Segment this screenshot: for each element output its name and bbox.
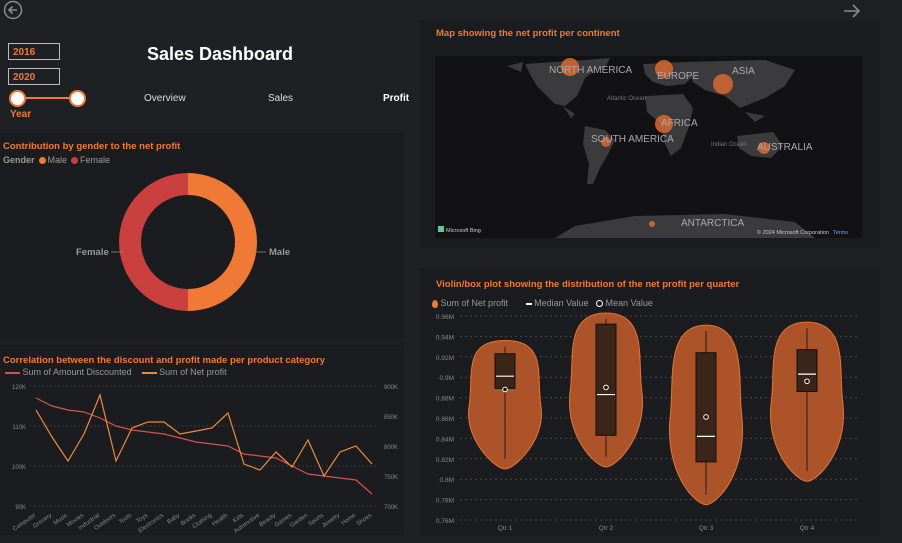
donut-label-male: Male xyxy=(269,247,290,258)
legend-discount-label: Sum of Amount Discounted xyxy=(22,367,132,377)
page-title: Sales Dashboard xyxy=(147,44,294,64)
y-axis-tick: 0.94M xyxy=(436,334,454,341)
y-axis-tick: 0.86M xyxy=(436,416,454,423)
map-label-europe: EUROPE xyxy=(657,71,700,82)
legend-netprofit-swatch xyxy=(141,371,157,374)
line-chart-title: Correlation between the discount and pro… xyxy=(3,355,325,366)
x-axis-tick: Health xyxy=(211,513,229,528)
donut-slice-male[interactable] xyxy=(188,173,257,311)
y-axis-tick: 0.8M xyxy=(440,477,454,484)
mean-point xyxy=(603,384,609,391)
year-slider-start-handle[interactable] xyxy=(9,90,26,107)
year-slider-end-handle[interactable] xyxy=(69,90,86,107)
x-axis-tick: Qtr 4 xyxy=(800,525,815,532)
year-slider-label: Year xyxy=(10,109,32,120)
legend-male-swatch xyxy=(38,157,46,165)
tab-profit[interactable]: Profit xyxy=(383,93,409,104)
x-axis-tick: Home xyxy=(341,512,358,526)
box xyxy=(796,349,818,392)
map-label-africa: AFRICA xyxy=(661,118,698,129)
box xyxy=(695,352,717,463)
map-logo: Microsoft Bing xyxy=(446,228,481,234)
donut-legend: Gender Male Female xyxy=(3,155,110,165)
x-axis-tick: Garden xyxy=(289,513,309,529)
x-axis-tick: Baby xyxy=(166,513,181,526)
net-profit-violin-chart: 0.96M 0.94M 0.92M 0.9M 0.88M 0.86M 0.84M 0.82M 0… xyxy=(436,312,858,532)
y-axis-tick: 0.78M xyxy=(436,498,454,505)
x-axis-tick: Shoes xyxy=(356,513,373,528)
donut-title: Contribution by gender to the net profit xyxy=(3,141,181,152)
donut-legend-title: Gender xyxy=(3,155,35,165)
map-label-antarctica: ANTARCTICA xyxy=(681,218,744,229)
y-axis-tick: 0.96M xyxy=(436,314,454,321)
donut-slice-female[interactable] xyxy=(119,173,188,311)
gender-donut-chart: Female Male xyxy=(76,173,290,311)
year-end-field[interactable]: 2020 xyxy=(8,68,60,85)
tab-sales[interactable]: Sales xyxy=(268,93,293,104)
map-label-south-america: SOUTH AMERICA xyxy=(591,134,674,145)
box xyxy=(494,353,516,389)
legend-discount-swatch xyxy=(5,371,20,374)
left-axis-tick: 120K xyxy=(12,385,26,391)
year-start-field[interactable]: 2016 xyxy=(8,43,60,60)
map-label-asia: ASIA xyxy=(732,66,755,77)
x-axis-tick: Tools xyxy=(118,513,133,526)
right-axis-tick: 850K xyxy=(384,415,398,421)
y-axis-tick: 0.82M xyxy=(436,457,454,464)
map-label-indian: Indian Ocean xyxy=(711,142,747,148)
line-chart-legend: Sum of Amount Discounted Sum of Net prof… xyxy=(5,367,227,377)
bing-logo-icon xyxy=(438,226,444,232)
y-axis-tick: 0.92M xyxy=(436,355,454,362)
right-axis-tick: 900K xyxy=(384,385,398,391)
discount-profit-line-chart: 120K 110K 100K 90K 900K 850K 800K 750K 700K Compu… xyxy=(12,385,398,535)
year-slider-track[interactable] xyxy=(17,97,77,99)
right-axis-tick: 750K xyxy=(384,475,398,481)
right-axis-tick: 800K xyxy=(384,445,398,451)
donut-label-female: Female xyxy=(76,247,109,258)
series-line-amount-discounted xyxy=(35,397,373,495)
left-axis-tick: 90K xyxy=(15,505,26,511)
mean-point xyxy=(804,378,810,385)
legend-female-label: Female xyxy=(80,155,111,165)
series-line-net-profit xyxy=(35,393,373,478)
violin-title: Violin/box plot showing the distribution… xyxy=(436,279,740,290)
map-copyright: © 2024 Microsoft Corporation xyxy=(757,229,829,236)
y-axis-tick: 0.84M xyxy=(436,436,454,443)
x-axis-tick: Qtr 1 xyxy=(498,525,513,532)
back-arrow-icon[interactable] xyxy=(3,0,23,24)
box xyxy=(595,323,617,436)
world-map[interactable]: NORTH AMERICA EUROPE ASIA AFRICA SOUTH A… xyxy=(435,56,862,238)
right-axis-tick: 700K xyxy=(384,505,398,511)
map-label-north-america: NORTH AMERICA xyxy=(549,65,632,76)
x-axis-tick: Jewelry xyxy=(321,513,341,530)
mean-point xyxy=(703,414,709,420)
legend-netprofit-label: Sum of Net profit xyxy=(159,367,227,377)
tab-overview[interactable]: Overview xyxy=(144,93,186,104)
y-axis-tick: 0.88M xyxy=(436,396,454,403)
legend-male-label: Male xyxy=(47,155,68,165)
y-axis-tick: 0.76M xyxy=(436,518,454,525)
x-axis-tick: Computer xyxy=(12,513,37,533)
left-axis-tick: 100K xyxy=(12,465,26,471)
map-terms-link[interactable]: Terms xyxy=(833,230,848,236)
map-title: Map showing the net profit per continent xyxy=(436,28,620,39)
map-label-australia: AUSTRALIA xyxy=(757,142,813,153)
y-axis-tick: 0.9M xyxy=(440,375,454,382)
x-axis-tick: Qtr 3 xyxy=(699,525,714,532)
x-axis-tick: Qtr 2 xyxy=(599,525,614,532)
map-label-atlantic: Atlantic Ocean xyxy=(607,96,646,102)
mean-point xyxy=(502,386,508,393)
left-axis-tick: 110K xyxy=(12,425,26,431)
legend-female-swatch xyxy=(71,157,79,165)
